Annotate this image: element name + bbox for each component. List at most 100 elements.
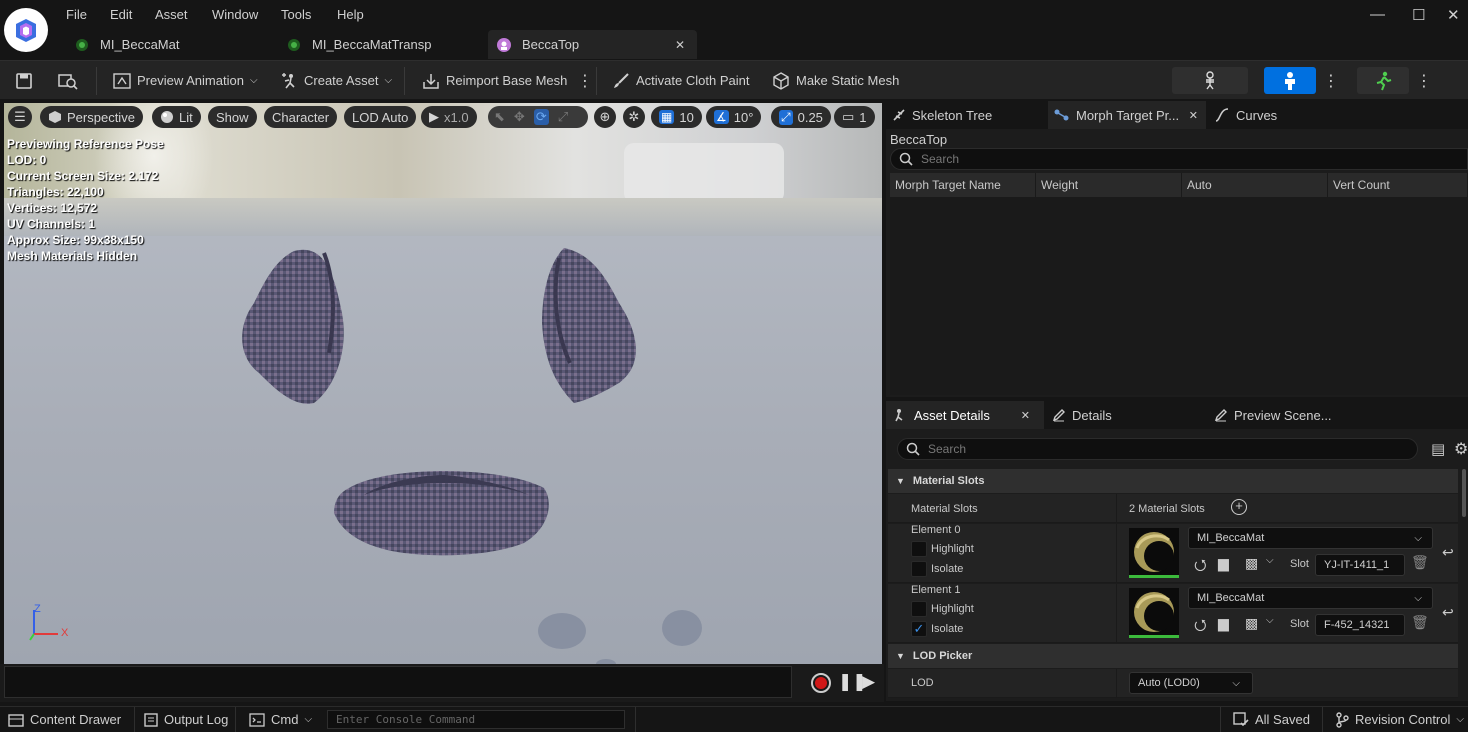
save-icon (16, 72, 32, 89)
record-button[interactable] (811, 673, 831, 693)
menu-window[interactable]: Window (212, 7, 258, 22)
slot-name-field[interactable]: YJ-IT-1411_1 (1315, 554, 1405, 576)
column-auto[interactable]: Auto (1182, 173, 1328, 197)
column-weight[interactable]: Weight (1036, 173, 1182, 197)
menu-asset[interactable]: Asset (155, 7, 188, 22)
close-tab-icon[interactable]: ✕ (1189, 109, 1198, 122)
tab-mi-beccamattransp[interactable]: MI_BeccaMatTransp (278, 30, 486, 59)
section-lod-picker[interactable]: ▼ LOD Picker (888, 644, 1458, 668)
browse-button[interactable] (58, 61, 78, 100)
close-tab-icon[interactable]: ✕ (675, 38, 685, 52)
animation-mode-button[interactable] (1357, 67, 1409, 94)
material-element-0: Element 0 Highlight Isolate MI_BeccaMat … (888, 524, 1458, 583)
details-scrollbar[interactable] (1462, 469, 1466, 517)
play-forward-icon[interactable]: ▶ (862, 672, 875, 692)
highlight-checkbox[interactable] (911, 601, 927, 617)
material-thumbnail[interactable] (1129, 528, 1179, 578)
console-command-input[interactable]: Enter Console Command (327, 710, 625, 729)
menu-tools[interactable]: Tools (281, 7, 311, 22)
more-options-icon[interactable]: ⋮ (577, 61, 593, 100)
details-search[interactable]: Search (897, 438, 1418, 460)
tab-details[interactable]: Details (1052, 401, 1112, 429)
chevron-down-icon[interactable]: ⌵ (1266, 555, 1274, 566)
use-selected-icon[interactable]: ⭯ (1194, 615, 1207, 640)
reimport-base-mesh-button[interactable]: Reimport Base Mesh (422, 61, 567, 100)
mesh-preview (29, 248, 702, 664)
create-asset-button[interactable]: Create Asset ⌵ (280, 61, 392, 100)
pencil-icon (1214, 409, 1227, 422)
tab-skeleton-tree[interactable]: Skeleton Tree (892, 101, 992, 129)
revision-control-button[interactable]: Revision Control ⌵ (1335, 707, 1464, 732)
material-select[interactable]: MI_BeccaMat ⌵ (1188, 527, 1433, 549)
close-tab-icon[interactable]: ✕ (1021, 409, 1030, 422)
paint-brush-icon (614, 72, 629, 88)
tab-beccatop[interactable]: BeccaTop ✕ (488, 30, 697, 59)
trash-icon[interactable]: 🗑 (1411, 614, 1429, 631)
mesh-mode-options-icon[interactable]: ⋮ (1323, 61, 1339, 100)
search-placeholder: Search (928, 442, 967, 456)
morph-target-search[interactable]: Search (890, 148, 1468, 170)
mesh-mode-button[interactable] (1264, 67, 1316, 94)
trash-icon[interactable]: 🗑 (1411, 554, 1429, 571)
preview-animation-button[interactable]: Preview Animation ⌵ (113, 61, 258, 100)
terminal-icon (249, 712, 265, 727)
tab-mi-beccamat[interactable]: MI_BeccaMat (66, 30, 276, 59)
pencil-icon (1052, 409, 1065, 422)
tab-preview-scene[interactable]: Preview Scene... (1214, 401, 1332, 429)
material-select[interactable]: MI_BeccaMat ⌵ (1188, 587, 1433, 609)
output-log-button[interactable]: Output Log (144, 707, 228, 732)
column-vert-count[interactable]: Vert Count (1328, 173, 1468, 197)
checker-texture-icon[interactable]: ▩ (1245, 555, 1258, 572)
shadow-left (538, 613, 586, 649)
tab-asset-details[interactable]: Asset Details ✕ (886, 401, 1044, 429)
save-button[interactable] (15, 61, 33, 100)
content-drawer-button[interactable]: Content Drawer (8, 707, 121, 732)
section-material-slots[interactable]: ▼ Material Slots (888, 469, 1458, 493)
content-drawer-label: Content Drawer (30, 712, 122, 727)
timeline-bar: ❚❚ ▶ (0, 664, 884, 702)
checker-texture-icon[interactable]: ▩ (1245, 615, 1258, 632)
slot-name-field[interactable]: F-452_14321 (1315, 614, 1405, 636)
gear-icon[interactable]: ⚙ (1454, 439, 1468, 459)
material-element-1: Element 1 Highlight ✓ Isolate MI_BeccaMa… (888, 584, 1458, 643)
isolate-checkbox-checked[interactable]: ✓ (911, 621, 927, 637)
column-morph-target-name[interactable]: Morph Target Name (890, 173, 1036, 197)
lod-select[interactable]: Auto (LOD0) ⌵ (1129, 672, 1253, 694)
preview-animation-label: Preview Animation (137, 73, 244, 88)
add-material-slot-icon[interactable]: + (1231, 499, 1247, 515)
reset-arrow-icon[interactable]: ↩ (1442, 604, 1454, 621)
chevron-down-icon[interactable]: ⌵ (1266, 615, 1274, 626)
app-logo-icon[interactable] (4, 8, 48, 52)
skeleton-mode-button[interactable] (1172, 67, 1248, 94)
minimize-icon[interactable]: — (1370, 6, 1385, 23)
save-status-button[interactable]: All Saved (1233, 707, 1310, 732)
viewport[interactable]: ☰ Perspective Lit Show Character LOD Aut… (4, 103, 882, 664)
isolate-checkbox[interactable] (911, 561, 927, 577)
saved-label: All Saved (1255, 712, 1310, 727)
reimport-label: Reimport Base Mesh (446, 73, 568, 88)
close-window-icon[interactable]: ✕ (1447, 6, 1460, 24)
maximize-icon[interactable]: ☐ (1412, 6, 1425, 24)
table-view-icon[interactable]: ▤ (1431, 440, 1445, 458)
animation-mode-options-icon[interactable]: ⋮ (1416, 61, 1432, 100)
tab-morph-target-preview[interactable]: Morph Target Pr... ✕ (1048, 101, 1206, 129)
cmd-button[interactable]: Cmd ⌵ (249, 707, 312, 732)
menu-help[interactable]: Help (337, 7, 364, 22)
asset-name: BeccaTop (890, 132, 948, 147)
menu-file[interactable]: File (66, 7, 87, 22)
highlight-checkbox[interactable] (911, 541, 927, 557)
use-selected-icon[interactable]: ⭯ (1194, 555, 1207, 580)
activate-cloth-paint-button[interactable]: Activate Cloth Paint (612, 61, 749, 100)
browse-folder-icon[interactable]: ▆ (1218, 615, 1229, 632)
reset-arrow-icon[interactable]: ↩ (1442, 544, 1454, 561)
menu-edit[interactable]: Edit (110, 7, 132, 22)
material-slots-label: Material Slots (911, 503, 978, 515)
skeleton-tree-icon (893, 109, 905, 121)
material-value: MI_BeccaMat (1197, 532, 1265, 544)
material-thumbnail[interactable] (1129, 588, 1179, 638)
browse-folder-icon[interactable]: ▆ (1218, 555, 1229, 572)
chevron-down-icon: ⌵ (249, 75, 258, 86)
timeline-track[interactable] (4, 666, 792, 698)
make-static-mesh-button[interactable]: Make Static Mesh (772, 61, 899, 100)
tab-curves[interactable]: Curves (1214, 101, 1277, 129)
